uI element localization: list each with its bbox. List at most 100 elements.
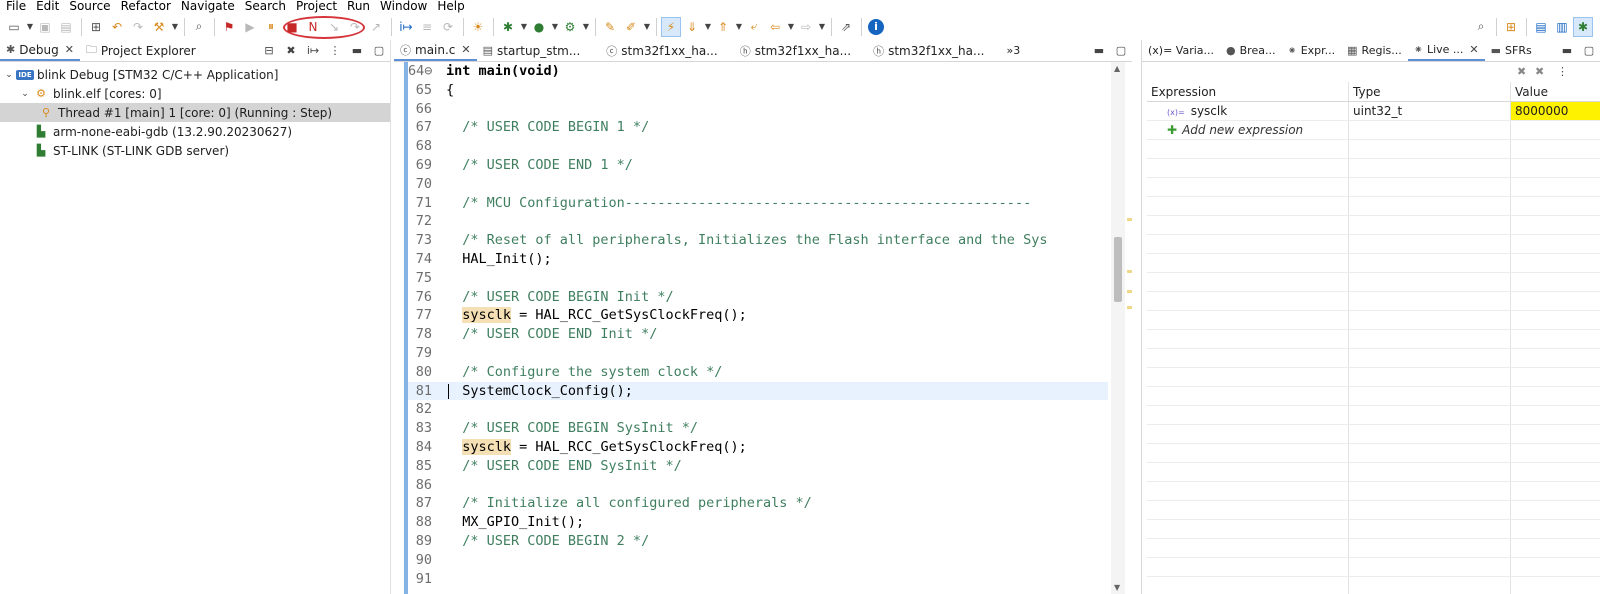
forward-icon[interactable]: ⇨ <box>796 17 816 37</box>
chevron-down-icon[interactable]: ▼ <box>170 22 180 31</box>
debug-stop-icon[interactable]: ⚑ <box>219 17 239 37</box>
binary-icon[interactable]: ⊞ <box>86 17 106 37</box>
minimize-icon[interactable]: ▬ <box>1560 42 1574 58</box>
debug-perspective-icon[interactable]: ✱ <box>1573 16 1593 37</box>
code-lines[interactable]: 64⊖ int main(void) 65{66 67 /* USER CODE BE… <box>408 62 1108 588</box>
remove-expression-icon[interactable]: ✖ <box>1517 65 1526 78</box>
chevron-down-icon[interactable]: ▼ <box>786 22 796 31</box>
last-edit-icon[interactable]: ⤶ <box>744 17 764 37</box>
code-line[interactable]: 79 <box>408 344 1108 363</box>
collapse-all-icon[interactable]: ⊟ <box>262 42 276 58</box>
step-over-icon[interactable]: ↷ <box>345 17 365 37</box>
export-icon[interactable]: ⇗ <box>836 17 856 37</box>
overview-mark[interactable] <box>1127 306 1132 309</box>
next-annotation-icon[interactable]: ⇓ <box>682 17 702 37</box>
open-perspective-icon[interactable]: ⊞ <box>1501 17 1521 37</box>
step-into-icon[interactable]: ↘ <box>324 17 344 37</box>
close-icon[interactable]: ✕ <box>65 43 74 56</box>
tab-breakpoints[interactable]: ● Brea... <box>1220 40 1281 61</box>
chevron-down-icon[interactable]: ▼ <box>734 22 744 31</box>
code-line[interactable]: 67 /* USER CODE BEGIN 1 */ <box>408 118 1108 137</box>
code-line[interactable]: 78 /* USER CODE END Init */ <box>408 325 1108 344</box>
tab-hal-1[interactable]: ⓒ stm32f1xx_ha... <box>600 40 723 61</box>
redo-icon[interactable]: ↷ <box>128 17 148 37</box>
build-icon[interactable]: ⚒ <box>149 17 169 37</box>
column-header-expression[interactable]: Expression <box>1147 82 1349 101</box>
code-line[interactable]: 71 /* MCU Configuration-----------------… <box>408 194 1108 213</box>
chevron-down-icon[interactable]: ▼ <box>817 22 827 31</box>
tab-overflow[interactable]: »3 <box>1000 40 1026 61</box>
info-icon[interactable]: i <box>866 17 886 37</box>
tab-debug[interactable]: ✱ Debug ✕ <box>0 40 80 61</box>
code-line[interactable]: 89 /* USER CODE BEGIN 2 */ <box>408 532 1108 551</box>
chevron-down-icon[interactable]: ▼ <box>519 22 529 31</box>
code-line[interactable]: 70 <box>408 175 1108 194</box>
tab-live-expressions[interactable]: ⁕ Live ... ✕ <box>1407 40 1485 61</box>
debug-icon[interactable]: ✱ <box>498 17 518 37</box>
menu-refactor[interactable]: Refactor <box>116 0 176 13</box>
overview-ruler[interactable] <box>1127 62 1132 594</box>
code-line[interactable]: 91 <box>408 570 1108 589</box>
view-menu-icon[interactable]: ⋮ <box>1557 65 1568 78</box>
menu-window[interactable]: Window <box>375 0 432 13</box>
code-line[interactable]: 73 /* Reset of all peripherals, Initiali… <box>408 231 1108 250</box>
code-line[interactable]: 64⊖ int main(void) <box>408 62 1108 81</box>
menu-file[interactable]: File <box>0 0 31 13</box>
tab-registers[interactable]: ▦ Regis... <box>1341 40 1408 61</box>
chevron-down-icon[interactable]: ⌄ <box>4 70 14 80</box>
open-perspective-icon[interactable]: ✎ <box>600 17 620 37</box>
add-expression-cell[interactable]: ✚ Add new expression <box>1147 121 1349 139</box>
code-line[interactable]: 66 <box>408 100 1108 119</box>
code-line[interactable]: 65 { <box>408 81 1108 100</box>
code-line[interactable]: 90 <box>408 551 1108 570</box>
restart-icon[interactable]: ⟳ <box>438 17 458 37</box>
view-menu-icon[interactable]: ⋮ <box>328 42 342 58</box>
maximize-icon[interactable]: ▢ <box>1582 42 1596 58</box>
disconnect-icon[interactable]: N <box>303 17 323 37</box>
code-line[interactable]: 84 sysclk = HAL_RCC_GetSysClockFreq(); <box>408 438 1108 457</box>
tab-sfrs[interactable]: ▬ SFRs <box>1485 40 1538 61</box>
close-icon[interactable]: ✕ <box>461 43 470 56</box>
maximize-icon[interactable]: ▢ <box>1114 42 1128 58</box>
resume-icon[interactable]: ▶ <box>240 17 260 37</box>
terminate-icon[interactable]: ■ <box>282 17 302 37</box>
tree-item-gdb-server[interactable]: ▙ ST-LINK (ST-LINK GDB server) <box>0 141 390 160</box>
scroll-thumb[interactable] <box>1114 237 1122 302</box>
tab-main-c[interactable]: ⓒ main.c ✕ <box>394 40 477 61</box>
list-icon[interactable]: ≡ <box>417 17 437 37</box>
minimize-icon[interactable]: ▬ <box>350 42 364 58</box>
code-line[interactable]: 88 MX_GPIO_Init(); <box>408 513 1108 532</box>
chevron-down-icon[interactable]: ▼ <box>703 22 713 31</box>
pin-icon[interactable]: ✐ <box>621 17 641 37</box>
code-line[interactable]: 69 /* USER CODE END 1 */ <box>408 156 1108 175</box>
minimize-icon[interactable]: ▬ <box>1092 42 1106 58</box>
code-line[interactable]: 80 /* Configure the system clock */ <box>408 363 1108 382</box>
overview-mark[interactable] <box>1127 218 1132 221</box>
external-tools-icon[interactable]: ☀ <box>468 17 488 37</box>
chevron-down-icon[interactable]: ▼ <box>581 22 591 31</box>
prev-annotation-icon[interactable]: ⇑ <box>713 17 733 37</box>
remove-all-icon[interactable]: ✖ <box>1535 65 1544 78</box>
code-line[interactable]: 76 /* USER CODE BEGIN Init */ <box>408 288 1108 307</box>
tab-startup[interactable]: ▤ startup_stm... <box>477 40 587 61</box>
chevron-down-icon[interactable]: ▼ <box>642 22 652 31</box>
remove-terminated-icon[interactable]: ✖ <box>284 42 298 58</box>
step-mode-icon[interactable]: i↦ <box>306 42 320 58</box>
code-line[interactable]: 77 sysclk = HAL_RCC_GetSysClockFreq(); <box>408 306 1108 325</box>
code-line[interactable]: 87 /* Initialize all configured peripher… <box>408 494 1108 513</box>
back-icon[interactable]: ⇦ <box>765 17 785 37</box>
table-row-add[interactable]: ✚ Add new expression <box>1147 121 1600 140</box>
menu-search[interactable]: Search <box>240 0 291 13</box>
overview-mark[interactable] <box>1127 270 1132 273</box>
tab-hal-2[interactable]: ⓗ stm32f1xx_ha... <box>734 40 857 61</box>
scroll-down-icon[interactable]: ▼ <box>1114 583 1120 592</box>
menu-run[interactable]: Run <box>342 0 375 13</box>
column-header-value[interactable]: Value <box>1511 82 1600 101</box>
search-icon[interactable]: ⌕ <box>189 17 209 37</box>
scroll-up-icon[interactable]: ▲ <box>1114 64 1120 73</box>
code-line[interactable]: 74 HAL_Init(); <box>408 250 1108 269</box>
code-line[interactable]: 68 <box>408 137 1108 156</box>
coverage-icon[interactable]: ⚙ <box>560 17 580 37</box>
save-icon[interactable]: ▣ <box>35 17 55 37</box>
tree-item-thread[interactable]: ⚲ Thread #1 [main] 1 [core: 0] (Running … <box>0 103 390 122</box>
